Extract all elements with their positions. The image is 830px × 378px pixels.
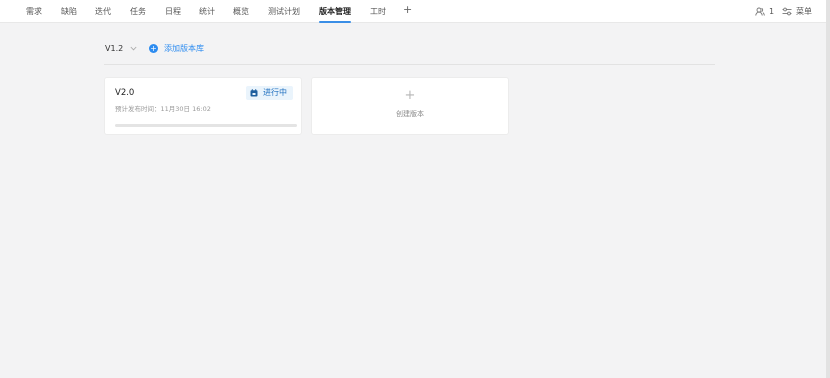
divider [104, 64, 715, 65]
page: 需求 缺陷 迭代 任务 日程 统计 概览 测试计划 版本管理 工时 + 1 菜单… [0, 0, 830, 378]
add-version-library-label: 添加版本库 [164, 44, 204, 53]
plus-circle-icon: + [149, 44, 158, 53]
calendar-icon [250, 89, 258, 97]
scrollbar-track[interactable] [826, 0, 830, 378]
user-group-icon [755, 7, 765, 16]
status-badge: 进行中 [246, 86, 293, 100]
chevron-down-icon [130, 46, 137, 51]
tab-version-management-label: 版本管理 [319, 7, 351, 16]
tab-test-plan[interactable]: 测试计划 [268, 6, 300, 17]
tab-tasks[interactable]: 任务 [130, 6, 146, 17]
tab-iterations[interactable]: 迭代 [95, 6, 111, 17]
add-version-library-button[interactable]: + 添加版本库 [149, 43, 204, 54]
release-time-label: 预计发布时间： [115, 105, 161, 113]
tab-overview[interactable]: 概览 [233, 6, 249, 17]
release-time-value: 11月30日 16:02 [160, 105, 211, 113]
version-name: V2.0 [115, 88, 135, 98]
tab-schedule[interactable]: 日程 [165, 6, 181, 17]
top-navigation: 需求 缺陷 迭代 任务 日程 统计 概览 测试计划 版本管理 工时 + 1 菜单 [0, 0, 826, 23]
tab-statistics[interactable]: 统计 [199, 6, 215, 17]
add-tab-button[interactable]: + [403, 4, 412, 15]
members-button[interactable]: 1 [755, 6, 774, 17]
create-version-card[interactable]: + 创建版本 [311, 77, 509, 135]
tab-work-hours[interactable]: 工时 [370, 6, 386, 17]
menu-button[interactable]: 菜单 [782, 6, 812, 17]
tab-requirements[interactable]: 需求 [26, 6, 42, 17]
version-card[interactable]: V2.0 进行中 预计发布时间：11月30日 16:02 [104, 77, 302, 135]
progress-bar [115, 124, 297, 127]
plus-icon: + [404, 88, 416, 103]
menu-label: 菜单 [796, 7, 812, 16]
status-label: 进行中 [263, 88, 287, 97]
version-library-value: V1.2 [105, 44, 124, 53]
sliders-icon [782, 7, 792, 16]
active-tab-indicator [319, 21, 351, 23]
tab-version-management[interactable]: 版本管理 [319, 6, 351, 23]
member-count: 1 [769, 7, 775, 16]
tab-defects[interactable]: 缺陷 [61, 6, 77, 17]
create-version-label: 创建版本 [396, 110, 424, 118]
release-time: 预计发布时间：11月30日 16:02 [115, 105, 211, 114]
version-library-select[interactable]: V1.2 [105, 43, 137, 54]
